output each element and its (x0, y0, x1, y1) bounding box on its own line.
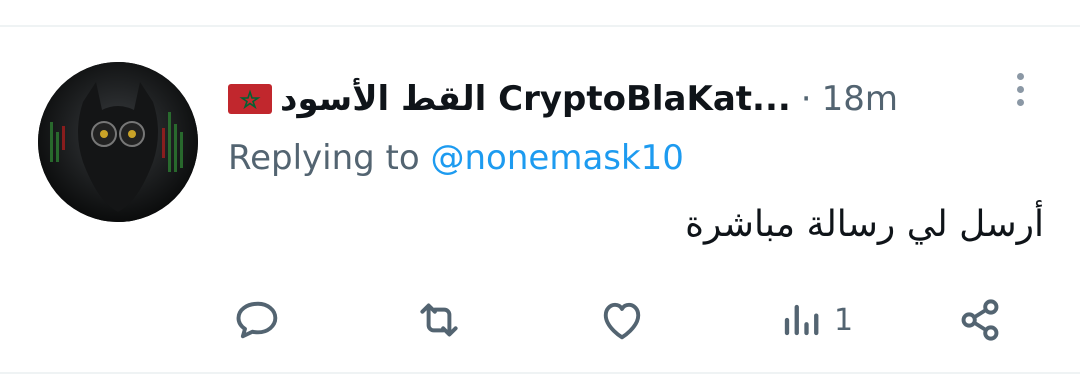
action-bar: 1 (0, 292, 1080, 348)
more-options-button[interactable] (1004, 66, 1036, 112)
tweet-header: القط الأسود CryptoBlaKat... · 18m (228, 74, 898, 124)
replying-handle-link[interactable]: @nonemask10 (431, 138, 684, 178)
tweet-text: أرسل لي رسالة مباشرة (685, 204, 1044, 245)
heart-icon (603, 302, 641, 340)
more-dot-icon (1016, 72, 1024, 80)
top-divider (0, 25, 1080, 27)
share-icon (961, 299, 999, 341)
separator-dot: · (800, 79, 812, 119)
replying-prefix: Replying to (228, 138, 420, 178)
views-button[interactable]: 1 (774, 292, 853, 348)
like-button[interactable] (596, 292, 656, 348)
views-icon (784, 304, 819, 336)
retweet-icon (420, 303, 458, 337)
avatar-image (38, 62, 198, 222)
display-name[interactable]: القط الأسود CryptoBlaKat... (280, 79, 791, 119)
timestamp[interactable]: 18m (822, 79, 898, 119)
bottom-divider (0, 372, 1080, 374)
views-count: 1 (834, 302, 854, 338)
retweet-button[interactable] (412, 292, 474, 348)
more-dot-icon (1016, 85, 1024, 93)
morocco-flag-icon (228, 84, 272, 114)
reply-icon (236, 301, 278, 339)
replying-to-line: Replying to @nonemask10 (228, 138, 684, 178)
reply-button[interactable] (232, 292, 292, 348)
share-button[interactable] (954, 292, 1014, 348)
more-dot-icon (1016, 98, 1024, 106)
avatar[interactable] (38, 62, 198, 222)
